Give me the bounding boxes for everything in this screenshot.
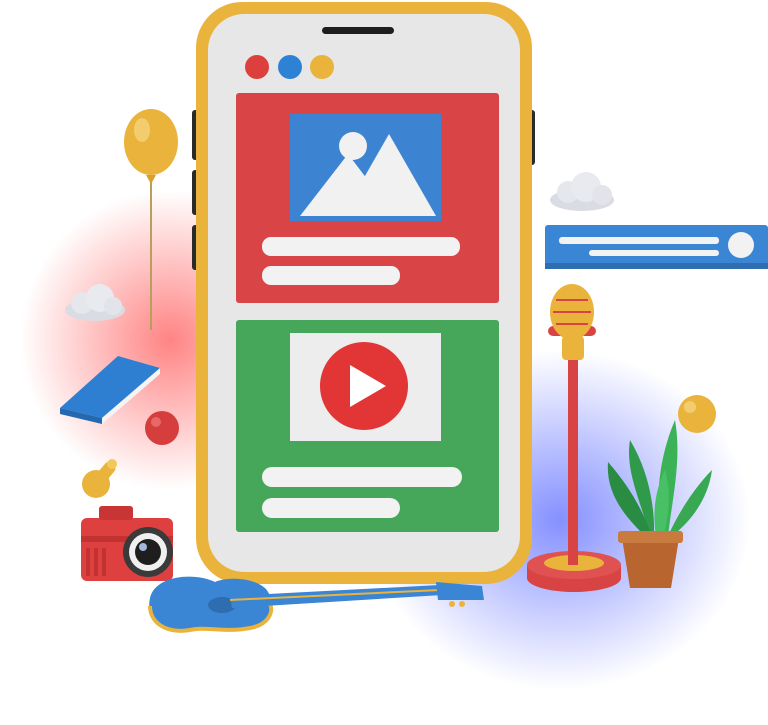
red-dot-icon	[245, 55, 269, 79]
play-icon[interactable]	[320, 342, 408, 430]
ball-icon	[145, 411, 179, 445]
toggle-knob	[728, 232, 754, 258]
text-placeholder-line	[559, 237, 719, 244]
video-post-card[interactable]	[236, 320, 499, 532]
cloud-icon	[550, 172, 614, 211]
mountain-image-icon	[290, 114, 441, 221]
illustration-scene	[0, 0, 768, 725]
ball-icon	[678, 395, 716, 433]
image-post-card[interactable]	[236, 93, 499, 303]
text-placeholder-line	[589, 250, 719, 256]
camera-icon	[81, 506, 173, 581]
phone-speaker	[322, 27, 394, 34]
yellow-dot-icon	[310, 55, 334, 79]
blue-dot-icon	[278, 55, 302, 79]
text-placeholder-line	[262, 467, 462, 487]
blue-search-panel	[545, 225, 768, 269]
phone-media-illustration	[20, 2, 768, 690]
text-placeholder-line	[262, 237, 460, 256]
text-placeholder-line	[262, 266, 400, 285]
text-placeholder-line	[262, 498, 400, 518]
